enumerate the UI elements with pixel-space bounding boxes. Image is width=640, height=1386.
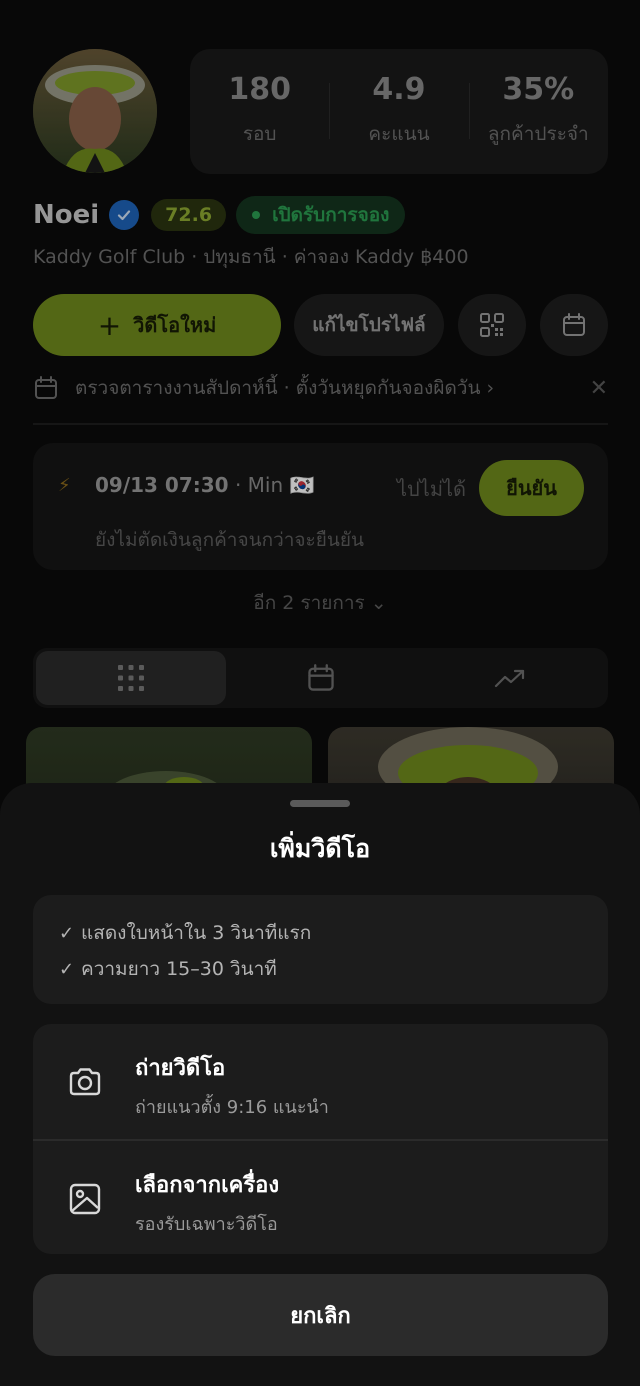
choose-from-device-option[interactable]: เลือกจากเครื่อง รองรับเฉพาะวิดีโอ xyxy=(33,1139,608,1254)
tip-text: ความยาว 15–30 วินาที xyxy=(81,958,277,980)
record-video-option[interactable]: ถ่ายวิดีโอ ถ่ายแนวตั้ง 9:16 แนะนำ xyxy=(33,1024,608,1139)
tip-item: ✓ ความยาว 15–30 วินาที xyxy=(59,951,582,987)
tip-text: แสดงใบหน้าใน 3 วินาทีแรก xyxy=(81,922,312,944)
tip-item: ✓ แสดงใบหน้าใน 3 วินาทีแรก xyxy=(59,915,582,951)
profile-page: 180 รอบ 4.9 คะแนน 35% ลูกค้าประจำ Noei 7… xyxy=(0,0,640,1386)
sheet-title: เพิ่มวิดีโอ xyxy=(269,834,371,863)
camera-icon xyxy=(69,1068,101,1096)
option-subtitle: ถ่ายแนวตั้ง 9:16 แนะนำ xyxy=(135,1097,329,1118)
option-title: เลือกจากเครื่อง xyxy=(135,1173,280,1198)
option-subtitle: รองรับเฉพาะวิดีโอ xyxy=(135,1214,278,1235)
source-options: ถ่ายวิดีโอ ถ่ายแนวตั้ง 9:16 แนะนำ เลือกจ… xyxy=(33,1024,608,1254)
cancel-button[interactable]: ยกเลิก xyxy=(33,1274,608,1356)
check-icon: ✓ xyxy=(59,958,75,980)
image-icon xyxy=(69,1183,101,1215)
sheet-grabber[interactable] xyxy=(290,800,350,807)
tips-panel: ✓ แสดงใบหน้าใน 3 วินาทีแรก ✓ ความยาว 15–… xyxy=(33,895,608,1004)
check-icon: ✓ xyxy=(59,922,75,944)
option-title: ถ่ายวิดีโอ xyxy=(135,1056,226,1081)
add-video-sheet: เพิ่มวิดีโอ ✓ แสดงใบหน้าใน 3 วินาทีแรก ✓… xyxy=(0,783,640,1386)
